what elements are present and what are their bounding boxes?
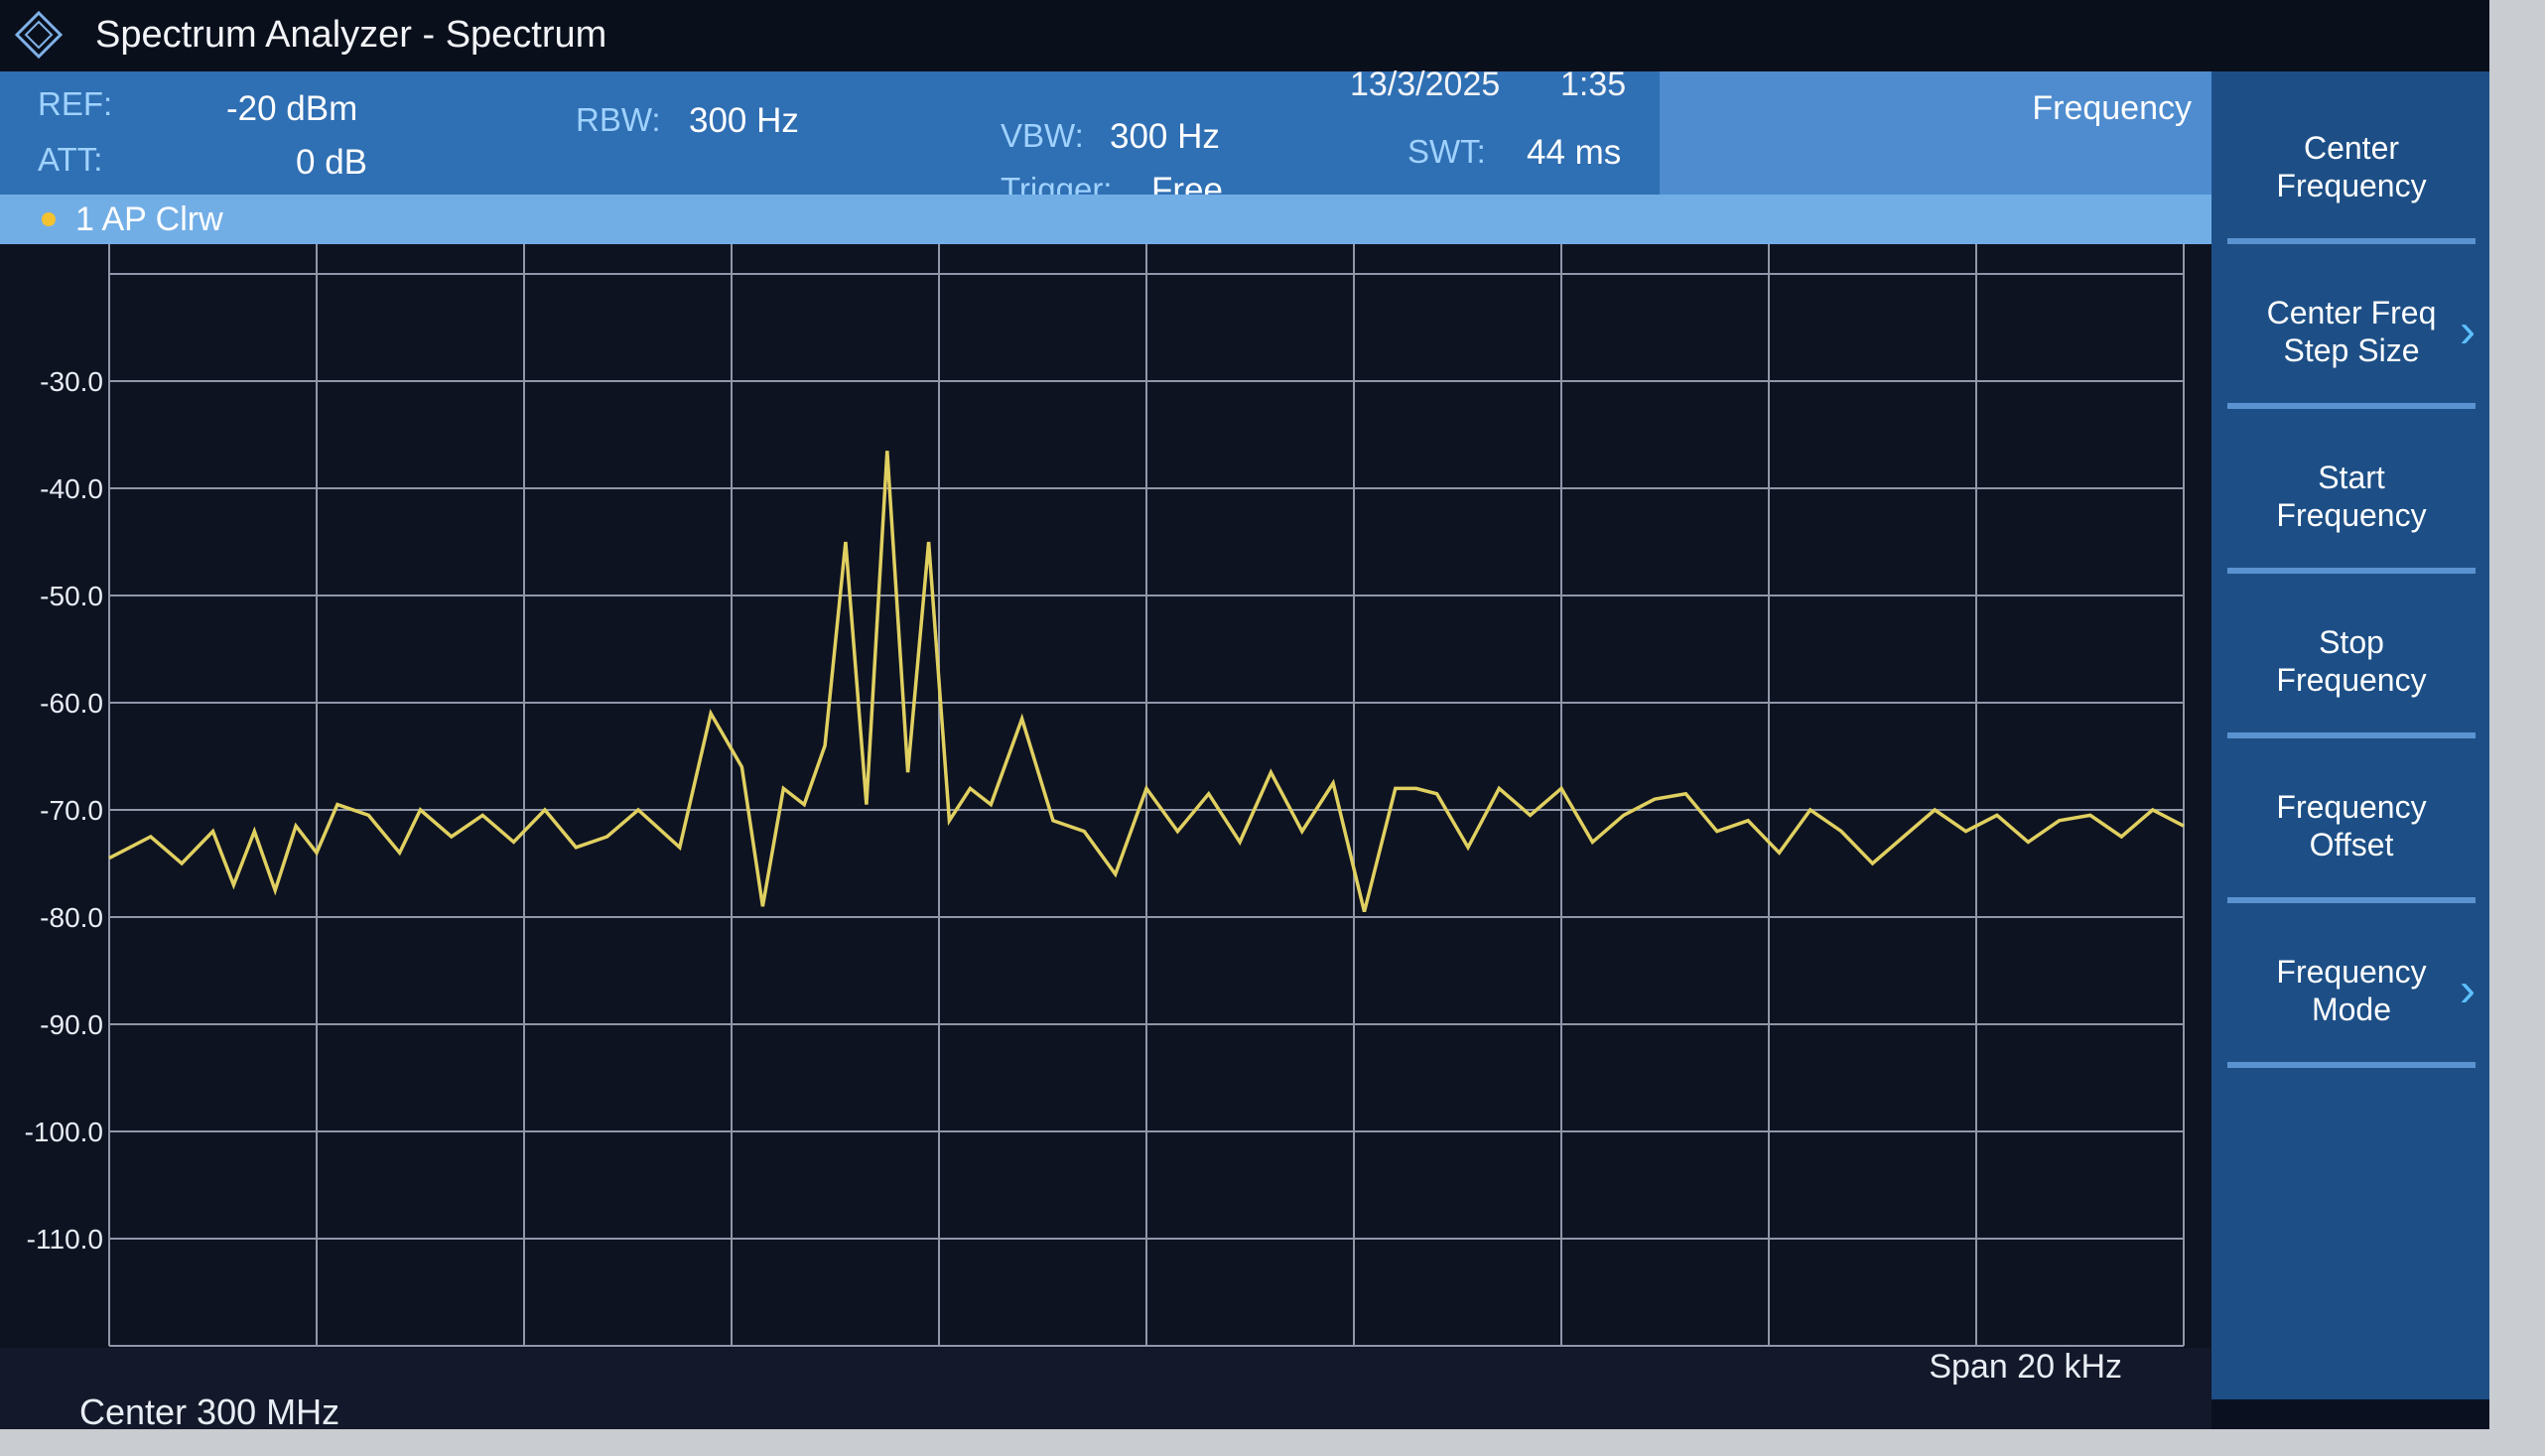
ref-label: REF: — [38, 85, 113, 122]
softkey-center-frequency[interactable]: Center Frequency — [2227, 95, 2476, 244]
analyzer-screen: Spectrum Analyzer - Spectrum REF: -20 dB… — [0, 0, 2545, 1456]
instrument-bezel-bottom — [0, 1429, 2545, 1456]
y-tick-label: -80.0 — [40, 902, 103, 933]
att-value[interactable]: 0 dB — [296, 143, 367, 183]
y-tick-label: -30.0 — [40, 366, 103, 397]
chevron-right-icon: › — [2460, 305, 2476, 358]
center-frequency-label: Center 300 MHz — [79, 1391, 340, 1432]
trace-label[interactable]: 1 AP Clrw — [75, 200, 223, 239]
y-tick-label: -70.0 — [40, 795, 103, 826]
y-tick-label: -50.0 — [40, 581, 103, 611]
softkey-label: Center Freq Step Size — [2266, 295, 2437, 368]
softkey-panel: Center Frequency Center Freq Step Size › St… — [2211, 71, 2489, 1399]
softkey-label: Frequency Mode — [2276, 954, 2427, 1027]
trace-indicator-dot — [42, 212, 56, 226]
footer-bar: Center 300 MHz Span 20 kHz — [0, 1348, 2211, 1432]
date-display: 13/3/2025 — [1350, 66, 1501, 103]
softkey-stop-frequency[interactable]: Stop Frequency — [2227, 590, 2476, 738]
title-bar: Spectrum Analyzer - Spectrum — [0, 0, 2545, 71]
y-tick-label: -100.0 — [25, 1117, 103, 1147]
y-axis-ticks: -30.0 -40.0 -50.0 -60.0 -70.0 -80.0 -90.0 -100.… — [25, 366, 103, 1255]
softkey-menu-title: Frequency — [2032, 89, 2192, 127]
softkey-label: Start Frequency — [2276, 460, 2427, 533]
app-title: Spectrum Analyzer - Spectrum — [95, 14, 607, 56]
plot-grid — [108, 244, 2185, 1347]
y-tick-label: -60.0 — [40, 688, 103, 719]
y-tick-label: -110.0 — [27, 1224, 103, 1255]
rohde-schwarz-logo-icon — [14, 10, 64, 60]
time-display: 1:35 — [1560, 66, 1627, 103]
softkey-frequency-mode[interactable]: Frequency Mode › — [2227, 919, 2476, 1068]
rbw-label: RBW: — [576, 101, 661, 138]
spectrum-plot[interactable]: -30.0 -40.0 -50.0 -60.0 -70.0 -80.0 -90.0 -100.… — [0, 244, 2211, 1399]
ref-value[interactable]: -20 dBm — [226, 89, 357, 129]
rbw-value[interactable]: 300 Hz — [689, 101, 799, 141]
y-tick-label: -90.0 — [40, 1009, 103, 1040]
chevron-right-icon: › — [2460, 964, 2476, 1017]
att-label: ATT: — [38, 141, 103, 178]
swt-label: SWT: — [1407, 133, 1486, 170]
y-tick-label: -40.0 — [40, 473, 103, 504]
softkey-center-freq-step-size[interactable]: Center Freq Step Size › — [2227, 260, 2476, 409]
softkey-label: Frequency Offset — [2276, 789, 2427, 862]
vbw-label: VBW: — [1001, 117, 1084, 154]
trace-info-bar: 1 AP Clrw — [0, 195, 2211, 244]
softkey-label: Center Frequency — [2276, 130, 2427, 203]
swt-value[interactable]: 44 ms — [1527, 133, 1621, 173]
softkey-frequency-offset[interactable]: Frequency Offset — [2227, 754, 2476, 903]
softkey-label: Stop Frequency — [2276, 624, 2427, 698]
span-label: Span 20 kHz — [1929, 1348, 2122, 1386]
softkey-start-frequency[interactable]: Start Frequency — [2227, 425, 2476, 574]
vbw-value[interactable]: 300 Hz — [1110, 117, 1220, 157]
instrument-bezel — [2489, 0, 2545, 1456]
spectrum-chart: -30.0 -40.0 -50.0 -60.0 -70.0 -80.0 -90.0 -100.… — [25, 244, 2185, 1347]
